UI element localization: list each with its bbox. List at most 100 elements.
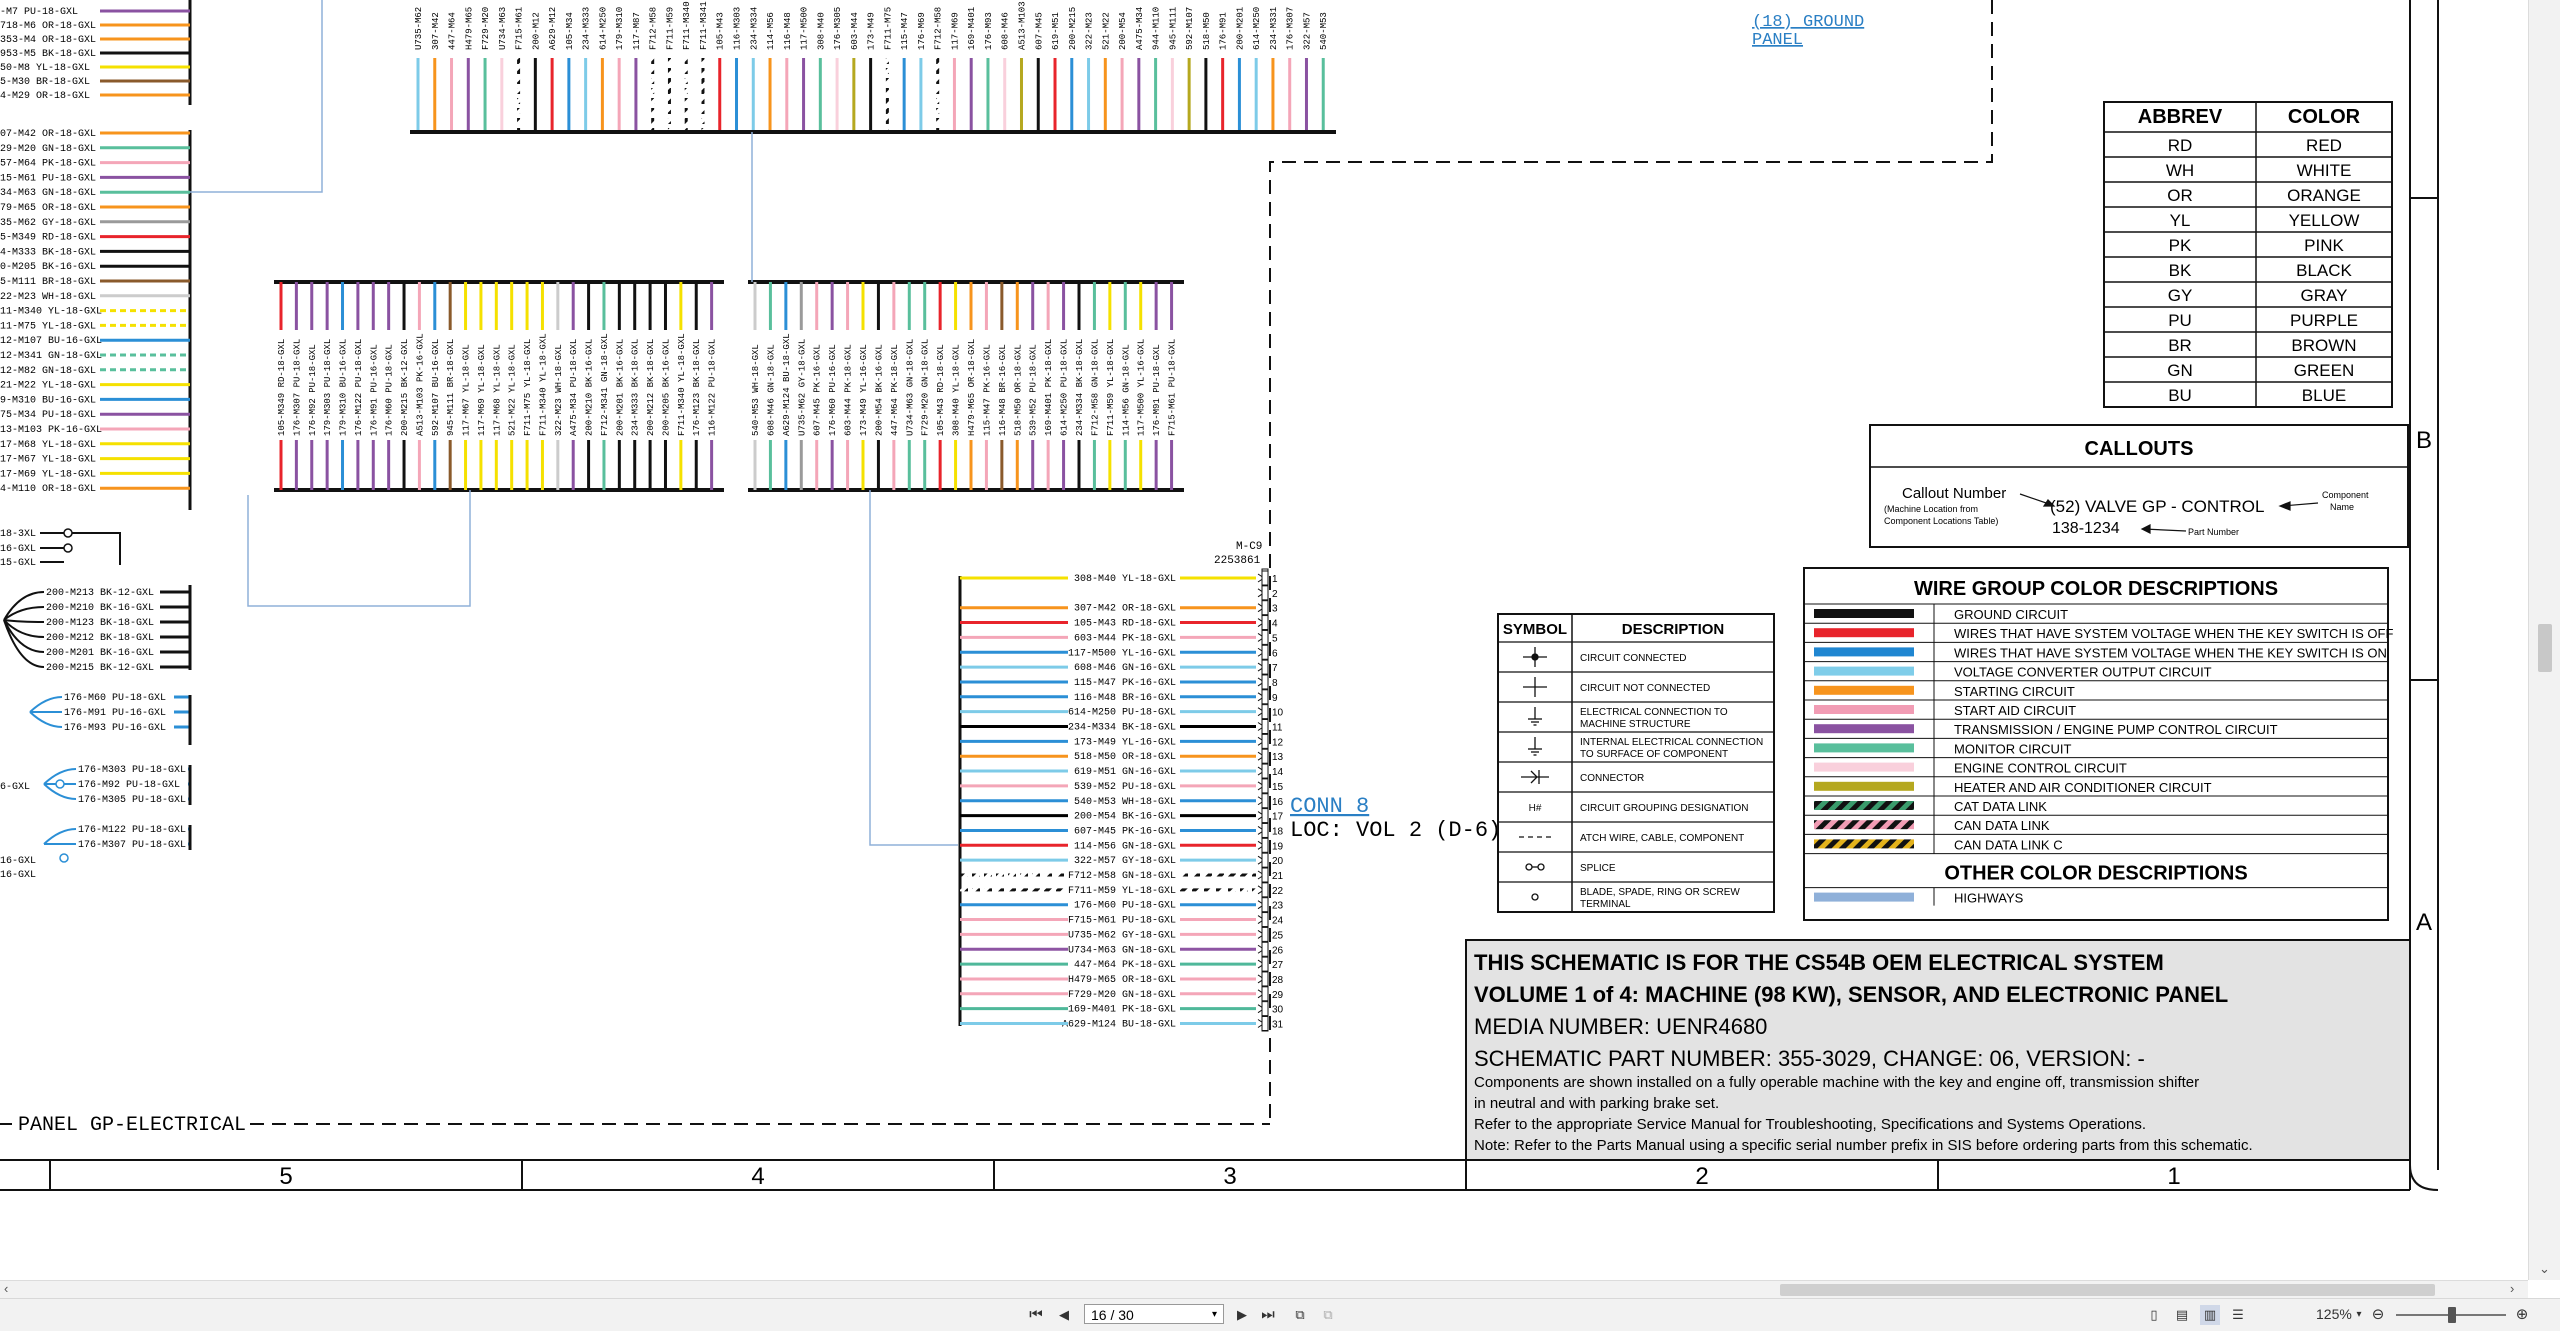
color-cell: PINK bbox=[2304, 236, 2344, 255]
top-wire-label: 176-M305 bbox=[833, 7, 843, 50]
connector-pin-number: 17 bbox=[1272, 812, 1284, 823]
left-wire-label: 13-M103 PK-16-GXL bbox=[0, 425, 102, 436]
zoom-slider-thumb[interactable] bbox=[2448, 1307, 2456, 1323]
scroll-left-icon[interactable]: ‹ bbox=[4, 1282, 8, 1296]
ground-panel-link-2[interactable]: PANEL bbox=[1752, 31, 1803, 50]
top-wire-label: A475-M34 bbox=[1135, 7, 1145, 50]
two-page-view-icon[interactable]: ▥ bbox=[2200, 1305, 2220, 1325]
row-label-b: B bbox=[2416, 427, 2432, 454]
middle-wire-label: 234-M334 BK-18-GXL bbox=[1075, 339, 1085, 436]
color-cell: YELLOW bbox=[2289, 211, 2360, 230]
middle-wire-label: F715-M61 PU-18-GXL bbox=[1168, 339, 1178, 436]
wire-color-swatch bbox=[1814, 647, 1914, 657]
left-wire-label: 5-M30 BR-18-GXL bbox=[0, 77, 90, 88]
ground-panel-link[interactable]: (18) GROUND bbox=[1752, 13, 1864, 32]
wire-color-swatch bbox=[1814, 743, 1914, 753]
connector-wire-label: 518-M50 OR-18-GXL bbox=[1074, 752, 1176, 763]
middle-wire-label: 234-M333 BK-18-GXL bbox=[631, 339, 641, 436]
horizontal-scroll-thumb[interactable] bbox=[1780, 1284, 2435, 1296]
top-wire-label: 200-M54 bbox=[1118, 12, 1128, 50]
left-wire-label: 11-M340 YL-18-GXL bbox=[0, 307, 102, 318]
middle-wire-label: U735-M62 GY-18-GXL bbox=[797, 339, 807, 436]
connector-pin-number: 28 bbox=[1272, 975, 1284, 986]
single-page-view-icon[interactable]: ▯ bbox=[2144, 1305, 2164, 1325]
middle-wire-label: F712-M341 GN-18-GXL bbox=[600, 333, 610, 436]
connector-wire-label: A629-M124 BU-18-GXL bbox=[1062, 1020, 1176, 1031]
callout-number-label: Callout Number bbox=[1902, 485, 2006, 502]
wire-group-label: ENGINE CONTROL CIRCUIT bbox=[1954, 761, 2127, 776]
abbrev-cell: GY bbox=[2168, 286, 2193, 305]
top-wire-label: 945-M111 bbox=[1168, 7, 1178, 50]
previous-page-icon[interactable]: ◀ bbox=[1054, 1305, 1074, 1325]
left-wire-label: 4-M29 OR-18-GXL bbox=[0, 91, 90, 102]
top-wire-label: 176-M93 bbox=[984, 12, 994, 50]
blue-wire-label: 176-M91 PU-16-GXL bbox=[64, 708, 166, 719]
left-wire-label: 0-M205 BK-16-GXL bbox=[0, 262, 96, 273]
page-number-input[interactable]: 16 / 30 ▾ bbox=[1084, 1304, 1224, 1324]
top-wire-label: 322-M23 bbox=[1085, 12, 1095, 50]
last-page-icon[interactable]: ⏭ bbox=[1258, 1305, 1278, 1325]
blue-wire-label: 176-M92 PU-18-GXL bbox=[78, 780, 180, 791]
top-wire-label: 176-M91 bbox=[1219, 12, 1229, 50]
symbol-description: ELECTRICAL CONNECTION TO bbox=[1580, 707, 1728, 718]
zoom-in-icon[interactable]: ⊕ bbox=[2512, 1305, 2532, 1325]
first-page-icon[interactable]: ⏮ bbox=[1026, 1305, 1046, 1325]
scroll-down-icon[interactable]: ⌄ bbox=[2539, 1262, 2550, 1276]
top-wire-label: 117-M500 bbox=[800, 7, 810, 50]
middle-wire-label: 176-M60 PU-18-GXL bbox=[385, 344, 395, 436]
chevron-down-icon[interactable]: ▾ bbox=[1212, 1305, 1217, 1325]
connector-wire-label: U735-M62 GY-18-GXL bbox=[1068, 930, 1176, 941]
middle-wire-label: 200-M210 BK-16-GXL bbox=[585, 339, 595, 436]
middle-wire-label: F712-M58 GN-18-GXL bbox=[1090, 339, 1100, 436]
zoom-out-icon[interactable]: ⊖ bbox=[2368, 1305, 2388, 1325]
connector-id: M-C9 bbox=[1236, 541, 1262, 553]
next-page-icon[interactable]: ▶ bbox=[1232, 1305, 1252, 1325]
symbol-header: SYMBOL bbox=[1503, 621, 1567, 638]
top-wire-label: 592-M107 bbox=[1185, 7, 1195, 50]
zoom-level[interactable]: 125% bbox=[2316, 1306, 2352, 1322]
connector-wire-label: 115-M47 PK-16-GXL bbox=[1074, 678, 1176, 689]
vertical-scrollbar[interactable]: ⌄ bbox=[2528, 0, 2560, 1280]
connector-pin-number: 1 bbox=[1272, 574, 1278, 585]
wire-group-label: CAT DATA LINK bbox=[1954, 799, 2047, 814]
vertical-scroll-thumb[interactable] bbox=[2538, 624, 2552, 672]
left-wire-label: 17-M68 YL-18-GXL bbox=[0, 440, 96, 451]
connector-pin-number: 16 bbox=[1272, 797, 1284, 808]
middle-wire-label: 608-M46 GN-18-GXL bbox=[766, 344, 776, 436]
middle-wire-label: F711-M75 YL-18-GXL bbox=[523, 339, 533, 436]
top-wire-label: 447-M64 bbox=[448, 12, 458, 50]
horizontal-scrollbar[interactable]: ‹ › bbox=[0, 1280, 2528, 1299]
connector-title-link[interactable]: CONN 8 bbox=[1290, 794, 1369, 819]
wire-group-label: HEATER AND AIR CONDITIONER CIRCUIT bbox=[1954, 780, 2212, 795]
middle-wire-label: 945-M111 BR-18-GXL bbox=[446, 339, 456, 436]
connector-pin-number: 6 bbox=[1272, 648, 1278, 659]
zoom-dropdown-icon[interactable]: ▾ bbox=[2352, 1305, 2366, 1325]
blue-wire-label: 16-GXL bbox=[0, 856, 36, 867]
ground-wire-fan: 200-M213 BK-12-GXL 200-M210 BK-16-GXL 200-… bbox=[3, 585, 192, 674]
callout-location-2: Component Locations Table) bbox=[1884, 516, 1998, 526]
wire-group-label: TRANSMISSION / ENGINE PUMP CONTROL CIRCU… bbox=[1954, 722, 2278, 737]
continuous-view-icon[interactable]: ▤ bbox=[2172, 1305, 2192, 1325]
title-block: THIS SCHEMATIC IS FOR THE CS54B OEM ELEC… bbox=[1465, 939, 2411, 1161]
top-wire-label: F712-M58 bbox=[934, 7, 944, 50]
top-wire-label: 114-M56 bbox=[766, 12, 776, 50]
middle-wire-label: 518-M50 OR-18-GXL bbox=[1013, 344, 1023, 436]
top-wire-label: 116-M48 bbox=[783, 12, 793, 50]
ground-wire-label: 200-M212 BK-18-GXL bbox=[46, 633, 154, 644]
svg-text:H#: H# bbox=[1529, 803, 1542, 814]
callout-main: (52) VALVE GP - CONTROL bbox=[2050, 497, 2264, 516]
middle-wire-label: 447-M64 PK-18-GXL bbox=[890, 344, 900, 436]
splice-label: 15-GXL bbox=[0, 558, 36, 569]
copy-icon[interactable]: ⧉ bbox=[1318, 1305, 1338, 1325]
left-wire-label: 79-M65 OR-18-GXL bbox=[0, 203, 96, 214]
continuous-facing-view-icon[interactable]: ☰ bbox=[2228, 1305, 2248, 1325]
scroll-right-icon[interactable]: › bbox=[2510, 1282, 2514, 1296]
middle-wire-label: F711-M340 YL-18-GXL bbox=[677, 333, 687, 436]
connector-pin-number: 18 bbox=[1272, 826, 1284, 837]
middle-wire-label: 176-M122 PU-18-GXL bbox=[354, 339, 364, 436]
snapshot-icon[interactable]: ⧉ bbox=[1290, 1305, 1310, 1325]
wire-group-label: MONITOR CIRCUIT bbox=[1954, 741, 2072, 756]
color-cell: ORANGE bbox=[2287, 186, 2361, 205]
symbol-description: TERMINAL bbox=[1580, 899, 1631, 910]
left-wire-label: 11-M75 YL-18-GXL bbox=[0, 321, 96, 332]
